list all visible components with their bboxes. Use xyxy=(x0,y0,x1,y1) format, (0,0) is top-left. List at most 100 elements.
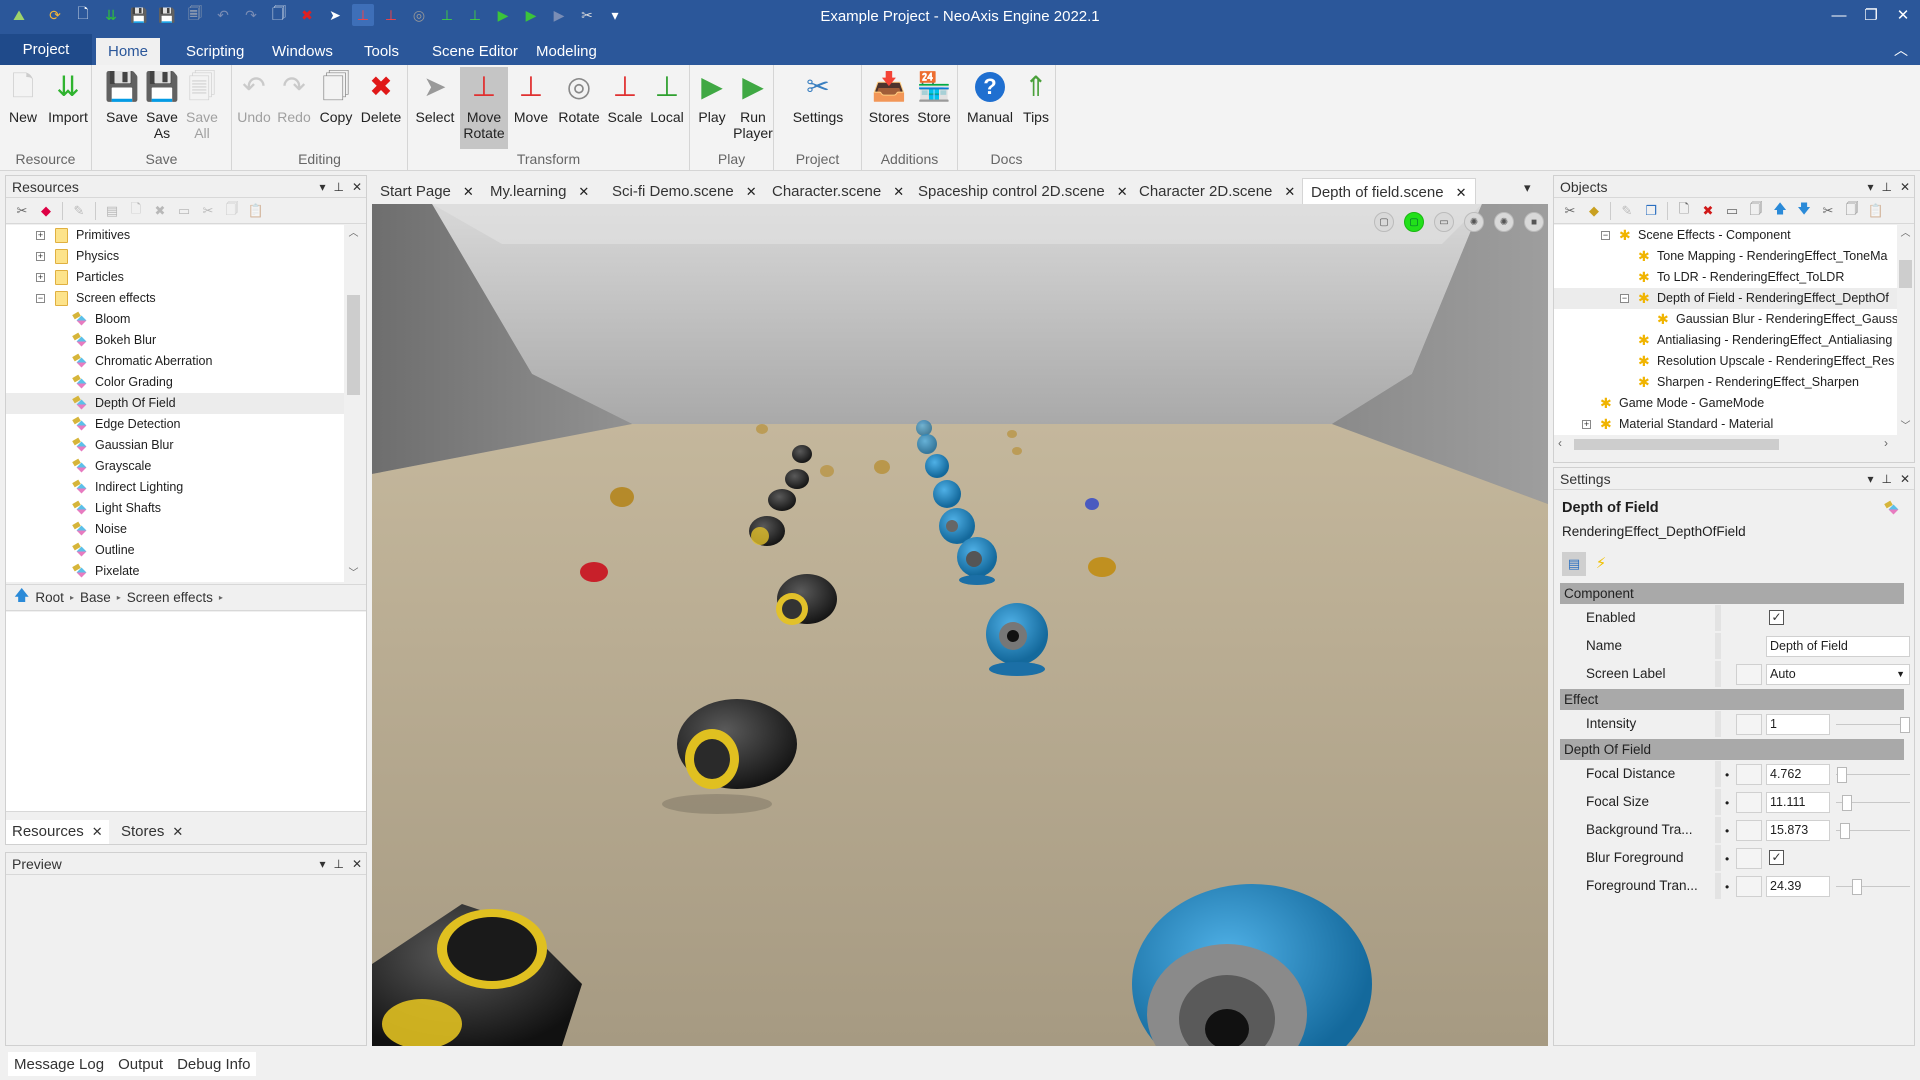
intensity-slider[interactable] xyxy=(1836,717,1910,733)
category-effect[interactable]: Effect xyxy=(1560,689,1904,710)
slider-knob[interactable] xyxy=(1842,795,1852,811)
cut-icon[interactable]: ✂ xyxy=(1818,201,1838,221)
reference-button[interactable] xyxy=(1736,714,1762,735)
document-tab-character-2d-scene[interactable]: Character 2D.scene ✕ xyxy=(1131,178,1303,205)
background-tra-slider[interactable] xyxy=(1836,823,1910,839)
move-rotate-button[interactable]: ⊥ Move Rotate xyxy=(460,67,508,149)
view-mode-1-icon[interactable]: ▢ xyxy=(1374,212,1394,232)
foreground-tran-input[interactable]: 24.39 xyxy=(1766,876,1830,897)
tab-debug-info[interactable]: Debug Info xyxy=(177,1056,250,1073)
breadcrumb-root[interactable]: Root xyxy=(35,590,64,605)
select-button[interactable]: ➤ Select xyxy=(410,67,460,127)
scale-button[interactable]: ⊥ Scale xyxy=(604,67,646,127)
rename-icon[interactable]: ▭ xyxy=(1722,201,1742,221)
restore-button[interactable]: ❐ xyxy=(1856,4,1886,28)
object-item-antialiasing[interactable]: ✱ Antialiasing - RenderingEffect_Antialia… xyxy=(1554,330,1897,351)
tree-item-particles[interactable]: + Particles xyxy=(6,267,344,288)
slider-knob[interactable] xyxy=(1900,717,1910,733)
panel-close-icon[interactable]: ✕ xyxy=(352,176,362,198)
tab-close-icon[interactable]: ✕ xyxy=(746,184,757,199)
reference-button[interactable] xyxy=(1736,764,1762,785)
reference-button[interactable] xyxy=(1736,820,1762,841)
tab-close-icon[interactable]: ✕ xyxy=(92,824,103,839)
tree-item-bokeh-blur[interactable]: Bokeh Blur xyxy=(6,330,344,351)
tips-button[interactable]: ⇑ Tips xyxy=(1018,67,1054,127)
tree-item-bloom[interactable]: Bloom xyxy=(6,309,344,330)
rotate-button[interactable]: ◎ Rotate xyxy=(554,67,604,127)
document-tab-sci-fi-demo-scene[interactable]: Sci-fi Demo.scene ✕ xyxy=(604,178,765,205)
tab-output[interactable]: Output xyxy=(118,1056,163,1073)
delete-icon[interactable]: ✖ xyxy=(1698,201,1718,221)
focal-size-slider[interactable] xyxy=(1836,795,1910,811)
scroll-down-icon[interactable]: ﹀ xyxy=(1897,418,1914,435)
ribbon-tab-tools[interactable]: Tools xyxy=(352,38,411,65)
enabled-checkbox[interactable]: ✓ xyxy=(1769,610,1784,625)
rename-icon[interactable]: ▭ xyxy=(174,201,194,221)
light-2-icon[interactable]: ✺ xyxy=(1494,212,1514,232)
move-up-icon[interactable]: 🡅 xyxy=(1770,201,1790,221)
collapse-ribbon-icon[interactable]: ︿ xyxy=(1894,40,1908,60)
new-resource-icon[interactable]: 🗋 xyxy=(126,201,146,221)
panel-close-icon[interactable]: ✕ xyxy=(352,853,362,875)
scroll-thumb[interactable] xyxy=(347,295,360,395)
window-icon[interactable]: ❐ xyxy=(1641,201,1661,221)
panel-menu-icon[interactable]: ▾ xyxy=(1867,468,1873,490)
copy-icon[interactable]: 🗍 xyxy=(222,201,242,221)
objects-hscrollbar[interactable]: ‹ › xyxy=(1554,436,1897,453)
object-item-material-standard[interactable]: + ✱ Material Standard - Material xyxy=(1554,414,1897,435)
project-tab[interactable]: Project xyxy=(0,34,92,65)
save-button[interactable]: 💾 Save xyxy=(102,67,142,127)
import-button[interactable]: ⇊ Import xyxy=(44,67,92,127)
tab-close-icon[interactable]: ✕ xyxy=(578,184,589,199)
paste-icon[interactable]: 📋 xyxy=(1866,201,1886,221)
edit-icon[interactable]: ✎ xyxy=(1617,201,1637,221)
tree-item-grayscale[interactable]: Grayscale xyxy=(6,456,344,477)
tab-close-icon[interactable]: ✕ xyxy=(893,184,904,199)
ribbon-tab-scene-editor[interactable]: Scene Editor xyxy=(420,38,530,65)
tools-icon[interactable]: ✂ xyxy=(1560,201,1580,221)
objects-vscrollbar[interactable]: ︿ ﹀ xyxy=(1897,225,1914,435)
pin-icon[interactable]: ⊥ xyxy=(1881,176,1891,198)
tab-list-dropdown-icon[interactable]: ▾ xyxy=(1524,180,1531,196)
intensity-input[interactable]: 1 xyxy=(1766,714,1830,735)
tree-item-edge-detection[interactable]: Edge Detection xyxy=(6,414,344,435)
settings-button[interactable]: ✂ Settings xyxy=(778,67,858,127)
expand-icon[interactable]: + xyxy=(36,273,45,282)
hscroll-thumb[interactable] xyxy=(1574,439,1779,450)
focal-size-input[interactable]: 11.111 xyxy=(1766,792,1830,813)
tree-item-indirect-lighting[interactable]: Indirect Lighting xyxy=(6,477,344,498)
tree-item-pixelate[interactable]: Pixelate xyxy=(6,561,344,582)
scroll-up-icon[interactable]: ︿ xyxy=(345,225,362,242)
ribbon-tab-windows[interactable]: Windows xyxy=(260,38,345,65)
object-item-resolution-upscale[interactable]: ✱ Resolution Upscale - RenderingEffect_Re… xyxy=(1554,351,1897,372)
tree-item-primitives[interactable]: + Primitives xyxy=(6,225,344,246)
slider-knob[interactable] xyxy=(1840,823,1850,839)
object-item-to-ldr[interactable]: ✱ To LDR - RenderingEffect_ToLDR xyxy=(1554,267,1897,288)
close-button[interactable]: ✕ xyxy=(1888,4,1918,28)
collapse-icon[interactable]: − xyxy=(1620,294,1629,303)
object-item-scene-effects[interactable]: − ✱ Scene Effects - Component xyxy=(1554,225,1897,246)
pin-icon[interactable]: ⊥ xyxy=(333,853,343,875)
tab-message-log[interactable]: Message Log xyxy=(14,1056,104,1073)
undo-button[interactable]: ↶ Undo xyxy=(234,67,274,127)
delete-button[interactable]: ✖ Delete xyxy=(358,67,404,127)
scroll-thumb[interactable] xyxy=(1899,260,1912,288)
slider-knob[interactable] xyxy=(1852,879,1862,895)
new-button[interactable]: 🗋 New xyxy=(0,67,46,127)
tools-icon[interactable]: ✂ xyxy=(12,201,32,221)
object-item-game-mode[interactable]: ✱ Game Mode - GameMode xyxy=(1554,393,1897,414)
panel-close-icon[interactable]: ✕ xyxy=(1900,176,1910,198)
collapse-icon[interactable]: − xyxy=(1601,231,1610,240)
scroll-right-icon[interactable]: › xyxy=(1884,436,1888,450)
new-object-icon[interactable]: 🗋 xyxy=(1674,201,1694,221)
tab-close-icon[interactable]: ✕ xyxy=(172,824,183,839)
scroll-up-icon[interactable]: ︿ xyxy=(1897,225,1914,242)
play-button[interactable]: ▶ Play xyxy=(692,67,732,127)
save-as-button[interactable]: 💾 Save As xyxy=(142,67,182,143)
panel-close-icon[interactable]: ✕ xyxy=(1900,468,1910,490)
tree-item-screen-effects[interactable]: − Screen effects xyxy=(6,288,344,309)
blur-foreground-checkbox[interactable]: ✓ xyxy=(1769,850,1784,865)
tree-item-color-grading[interactable]: Color Grading xyxy=(6,372,344,393)
scroll-left-icon[interactable]: ‹ xyxy=(1558,436,1562,450)
name-input[interactable]: Depth of Field xyxy=(1766,636,1910,657)
